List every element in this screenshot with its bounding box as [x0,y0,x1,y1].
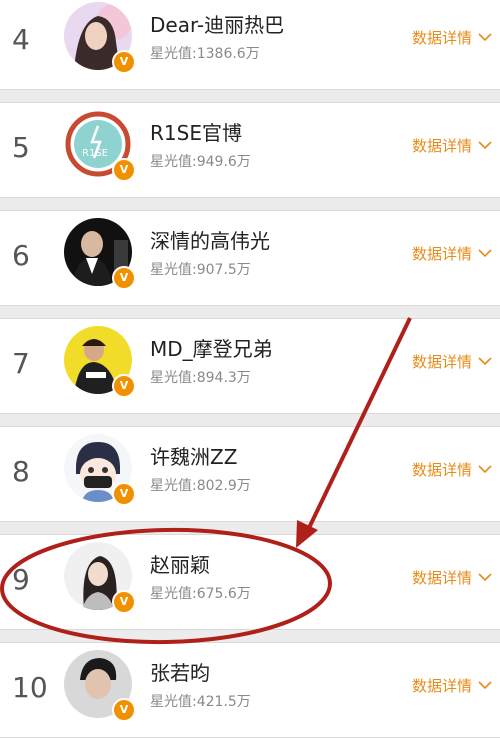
data-detail-label: 数据详情 [411,137,472,155]
data-detail-label: 数据详情 [411,245,472,263]
verified-v-icon: V [112,374,136,398]
avatar[interactable]: V [64,218,136,290]
star-value: 星光值:421.5万 [150,694,251,710]
verified-v-icon: V [112,158,136,182]
chevron-down-icon [478,33,492,42]
avatar[interactable]: V [64,434,136,506]
list-item[interactable]: 7 V MD_摩登兄弟 星光值:894.3万 数据详情 [0,318,500,414]
chevron-down-icon [478,357,492,366]
avatar[interactable]: R1SE V [64,110,136,182]
rank-number: 5 [12,131,30,164]
logo-text: R1SE [82,148,108,159]
data-detail-button[interactable]: 数据详情 [412,567,492,588]
verified-v-icon: V [112,482,136,506]
star-value: 星光值:907.5万 [150,262,251,278]
list-item[interactable]: 5 R1SE V R1SE官博 星光值:949.6万 数据详情 [0,102,500,198]
star-value: 星光值:1386.6万 [150,46,260,62]
rank-number: 10 [12,671,48,704]
rank-number: 8 [12,455,30,488]
data-detail-button[interactable]: 数据详情 [412,351,492,372]
data-detail-button[interactable]: 数据详情 [412,27,492,48]
verified-v-icon: V [112,698,136,722]
star-value: 星光值:675.6万 [150,586,251,602]
rank-number: 9 [12,563,30,596]
avatar[interactable]: V [64,326,136,398]
chevron-down-icon [478,465,492,474]
list-item[interactable]: 8 V 许魏洲ZZ 星光值:802.9万 数据详情 [0,426,500,522]
chevron-down-icon [478,141,492,150]
avatar[interactable]: V [64,650,136,722]
chevron-down-icon [478,681,492,690]
star-value: 星光值:949.6万 [150,154,251,170]
list-item[interactable]: 4 V Dear-迪丽热巴 星光值:1386.6万 数据详情 [0,0,500,90]
user-name[interactable]: 张若昀 [150,657,210,686]
user-name[interactable]: 深情的高伟光 [150,225,270,254]
star-value: 星光值:802.9万 [150,478,251,494]
verified-v-icon: V [112,50,136,74]
rank-number: 6 [12,239,30,272]
rank-number: 4 [12,23,30,56]
star-value: 星光值:894.3万 [150,370,251,386]
data-detail-label: 数据详情 [411,353,472,371]
avatar[interactable]: V [64,2,136,74]
data-detail-button[interactable]: 数据详情 [412,675,492,696]
data-detail-label: 数据详情 [411,461,472,479]
user-name[interactable]: Dear-迪丽热巴 [150,9,284,38]
data-detail-label: 数据详情 [411,569,472,587]
data-detail-button[interactable]: 数据详情 [412,459,492,480]
list-item[interactable]: 6 V 深情的高伟光 星光值:907.5万 数据详情 [0,210,500,306]
user-name[interactable]: 许魏洲ZZ [150,441,237,470]
avatar[interactable]: V [64,542,136,614]
list-item[interactable]: 9 V 赵丽颖 星光值:675.6万 数据详情 [0,534,500,630]
user-name[interactable]: 赵丽颖 [150,549,210,578]
data-detail-button[interactable]: 数据详情 [412,135,492,156]
verified-v-icon: V [112,590,136,614]
user-name[interactable]: R1SE官博 [150,117,242,146]
rank-number: 7 [12,347,30,380]
user-name[interactable]: MD_摩登兄弟 [150,333,273,362]
data-detail-button[interactable]: 数据详情 [412,243,492,264]
chevron-down-icon [478,573,492,582]
chevron-down-icon [478,249,492,258]
verified-v-icon: V [112,266,136,290]
data-detail-label: 数据详情 [411,677,472,695]
list-item[interactable]: 10 V 张若昀 星光值:421.5万 数据详情 [0,642,500,738]
data-detail-label: 数据详情 [411,29,472,47]
